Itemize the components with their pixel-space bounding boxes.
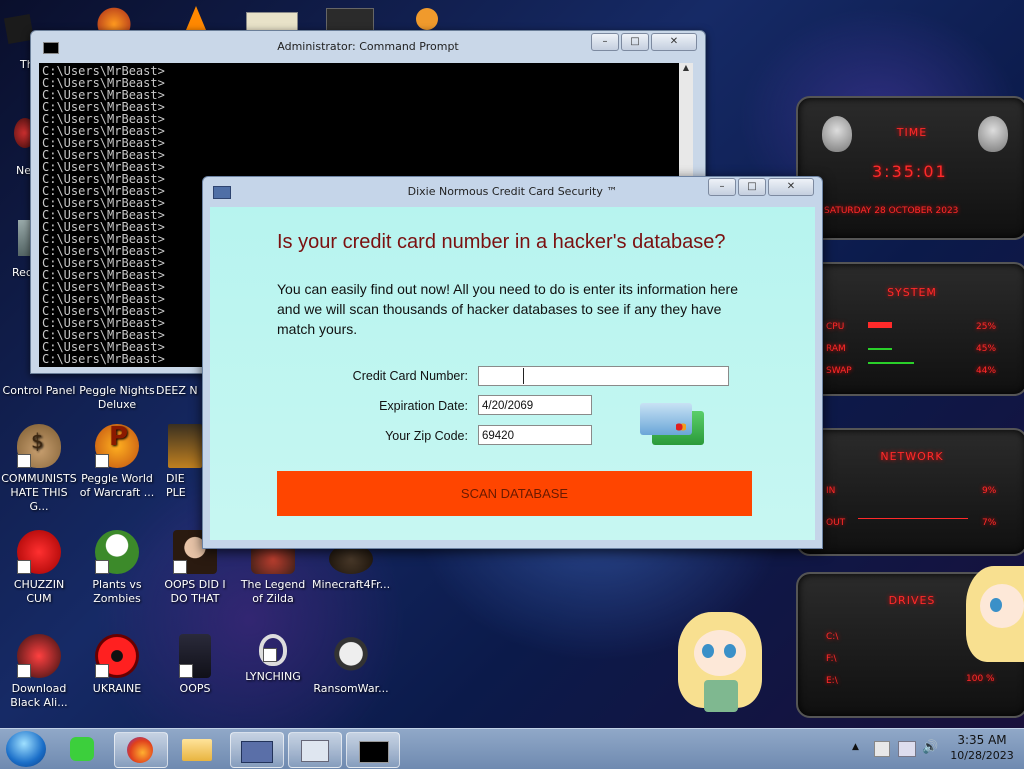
shortcut-arrow-icon — [17, 454, 31, 468]
card-number-label: Credit Card Number: — [352, 369, 468, 383]
character-dress — [704, 680, 738, 712]
shortcut-arrow-icon — [17, 560, 31, 574]
shortcut-arrow-icon — [95, 664, 109, 678]
taskbar-app-credit-card-security[interactable] — [230, 732, 284, 768]
taskbar: ▲ 🔊 3:35 AM 10/28/2023 — [0, 728, 1024, 769]
desktop-icon-pvz[interactable]: Plants vs Zombies — [78, 530, 156, 606]
desktop-icon-label: Rec — [12, 266, 32, 279]
desktop-icon-partial-rec[interactable]: Rec — [0, 214, 34, 284]
shortcut-arrow-icon — [17, 664, 31, 678]
desktop-icon-ukraine[interactable]: UKRAINE — [78, 634, 156, 696]
taskbar-app-cmd[interactable] — [346, 732, 400, 768]
volume-tray-icon[interactable]: 🔊 — [922, 740, 938, 755]
network-panel: NETWORK IN 9% OUT 7% — [796, 428, 1024, 556]
desktop-icon-label: Ne — [16, 164, 31, 177]
cmd-icon — [359, 741, 389, 763]
time-panel: TIME 3:35:01 SATURDAY 28 OCTOBER 2023 — [796, 96, 1024, 240]
taskbar-clock[interactable]: 3:35 AM 10/28/2023 — [950, 732, 1014, 764]
swap-bar — [868, 362, 914, 364]
action-center-flag-icon[interactable] — [874, 741, 890, 757]
oops-icon — [179, 634, 211, 678]
shortcut-arrow-icon — [179, 664, 193, 678]
mastercard-logo-icon — [676, 423, 686, 431]
monitor-icon — [301, 740, 329, 762]
card-number-input[interactable] — [478, 366, 729, 386]
noose-icon — [259, 634, 287, 666]
dollar-icon: $ — [31, 429, 44, 453]
cmd-minimize-button[interactable]: – — [591, 33, 619, 51]
desktop-icon-peggle-wow[interactable]: P Peggle World of Warcraft ... — [78, 424, 156, 500]
notes-icon — [70, 737, 94, 761]
peggle-p-icon: P — [95, 424, 139, 468]
character-face — [980, 584, 1024, 628]
desktop-icon-oops[interactable]: OOPS — [156, 634, 234, 696]
shortcut-arrow-icon — [263, 648, 277, 662]
zip-label: Your Zip Code: — [385, 429, 468, 443]
chuzzle-icon — [17, 530, 61, 574]
text-cursor-icon — [523, 368, 524, 384]
network-tray-icon[interactable] — [898, 741, 916, 757]
dialog-body: Is your credit card number in a hacker's… — [210, 207, 815, 540]
taskbar-app-notes[interactable] — [58, 732, 110, 766]
dialog-titlebar[interactable]: Dixie Normous Credit Card Security ™ – □… — [203, 177, 822, 205]
expiration-input[interactable]: 4/20/2069 — [478, 395, 592, 415]
show-hidden-icons-button[interactable]: ▲ — [852, 742, 859, 752]
shortcut-arrow-icon — [173, 560, 187, 574]
taskbar-app-explorer[interactable] — [172, 732, 224, 766]
star-butterfly-sticker-right — [966, 560, 1024, 680]
cmd-titlebar[interactable]: Administrator: Command Prompt – □ ✕ — [31, 31, 705, 61]
money-bag-icon: $ — [17, 424, 61, 468]
character-eye — [990, 598, 1002, 612]
alien-head-left-icon — [822, 116, 852, 152]
basketball-desktop-icon[interactable] — [416, 8, 438, 30]
credit-cards-icon — [640, 401, 706, 447]
shortcut-arrow-icon — [95, 560, 109, 574]
dialog-close-button[interactable]: ✕ — [768, 178, 814, 196]
cpu-bar — [868, 322, 892, 328]
character-eye-right — [724, 644, 736, 658]
expiration-label: Expiration Date: — [379, 399, 468, 413]
flower-icon — [95, 530, 139, 574]
scan-database-button[interactable]: SCAN DATABASE — [277, 471, 752, 516]
letter-p-icon: P — [109, 422, 129, 452]
dialog-heading: Is your credit card number in a hacker's… — [277, 231, 726, 253]
start-button[interactable] — [6, 731, 46, 767]
star-butterfly-sticker-left — [672, 606, 768, 728]
zip-input[interactable]: 69420 — [478, 425, 592, 445]
window-app-icon — [241, 741, 273, 763]
folder-icon — [182, 739, 212, 761]
desktop-icon-partial-top[interactable]: Th — [0, 8, 35, 78]
cmd-maximize-button[interactable]: □ — [621, 33, 649, 51]
firefox-icon — [127, 737, 153, 763]
desktop-icon-ransomware[interactable]: RansomWar... — [312, 634, 390, 696]
shortcut-arrow-icon — [95, 454, 109, 468]
desktop-icon-die-ple[interactable]: DIE PLE — [156, 424, 204, 500]
dialog-minimize-button[interactable]: – — [708, 178, 736, 196]
alien-red-icon — [17, 634, 61, 678]
clock-date: 10/28/2023 — [950, 749, 1014, 762]
desktop-icon-communists[interactable]: $ COMMUNISTS HATE THIS G... — [0, 424, 78, 514]
scroll-up-arrow-icon[interactable]: ▲ — [679, 63, 693, 72]
credit-card-dialog[interactable]: Dixie Normous Credit Card Security ™ – □… — [202, 176, 823, 549]
desktop-icon-download[interactable]: Download Black Ali... — [0, 634, 78, 710]
taskbar-app-firefox[interactable] — [114, 732, 168, 768]
character-eye-left — [702, 644, 714, 658]
die-ple-icon — [168, 424, 202, 468]
dialog-description: You can easily find out now! All you nee… — [277, 281, 738, 337]
taskbar-app-monitor[interactable] — [288, 732, 342, 768]
firefox-desktop-icon[interactable] — [94, 6, 134, 32]
alien-head-right-icon — [978, 116, 1008, 152]
skull-icon — [329, 634, 373, 678]
desktop-icon-partial-ne[interactable]: Ne — [0, 112, 36, 182]
vlc-desktop-icon[interactable] — [186, 6, 206, 30]
desktop-icon-lynching[interactable]: LYNCHING — [234, 634, 312, 684]
radiation-icon — [95, 634, 139, 678]
dialog-maximize-button[interactable]: □ — [738, 178, 766, 196]
system-panel: SYSTEM CPU 25% RAM 45% SWAP 44% — [796, 262, 1024, 396]
desktop-icon-chuzzin[interactable]: CHUZZIN CUM — [0, 530, 78, 606]
clock-time: 3:35 AM — [957, 733, 1007, 747]
cmd-close-button[interactable]: ✕ — [651, 33, 697, 51]
network-graph — [858, 510, 968, 519]
ram-bar — [868, 348, 892, 350]
